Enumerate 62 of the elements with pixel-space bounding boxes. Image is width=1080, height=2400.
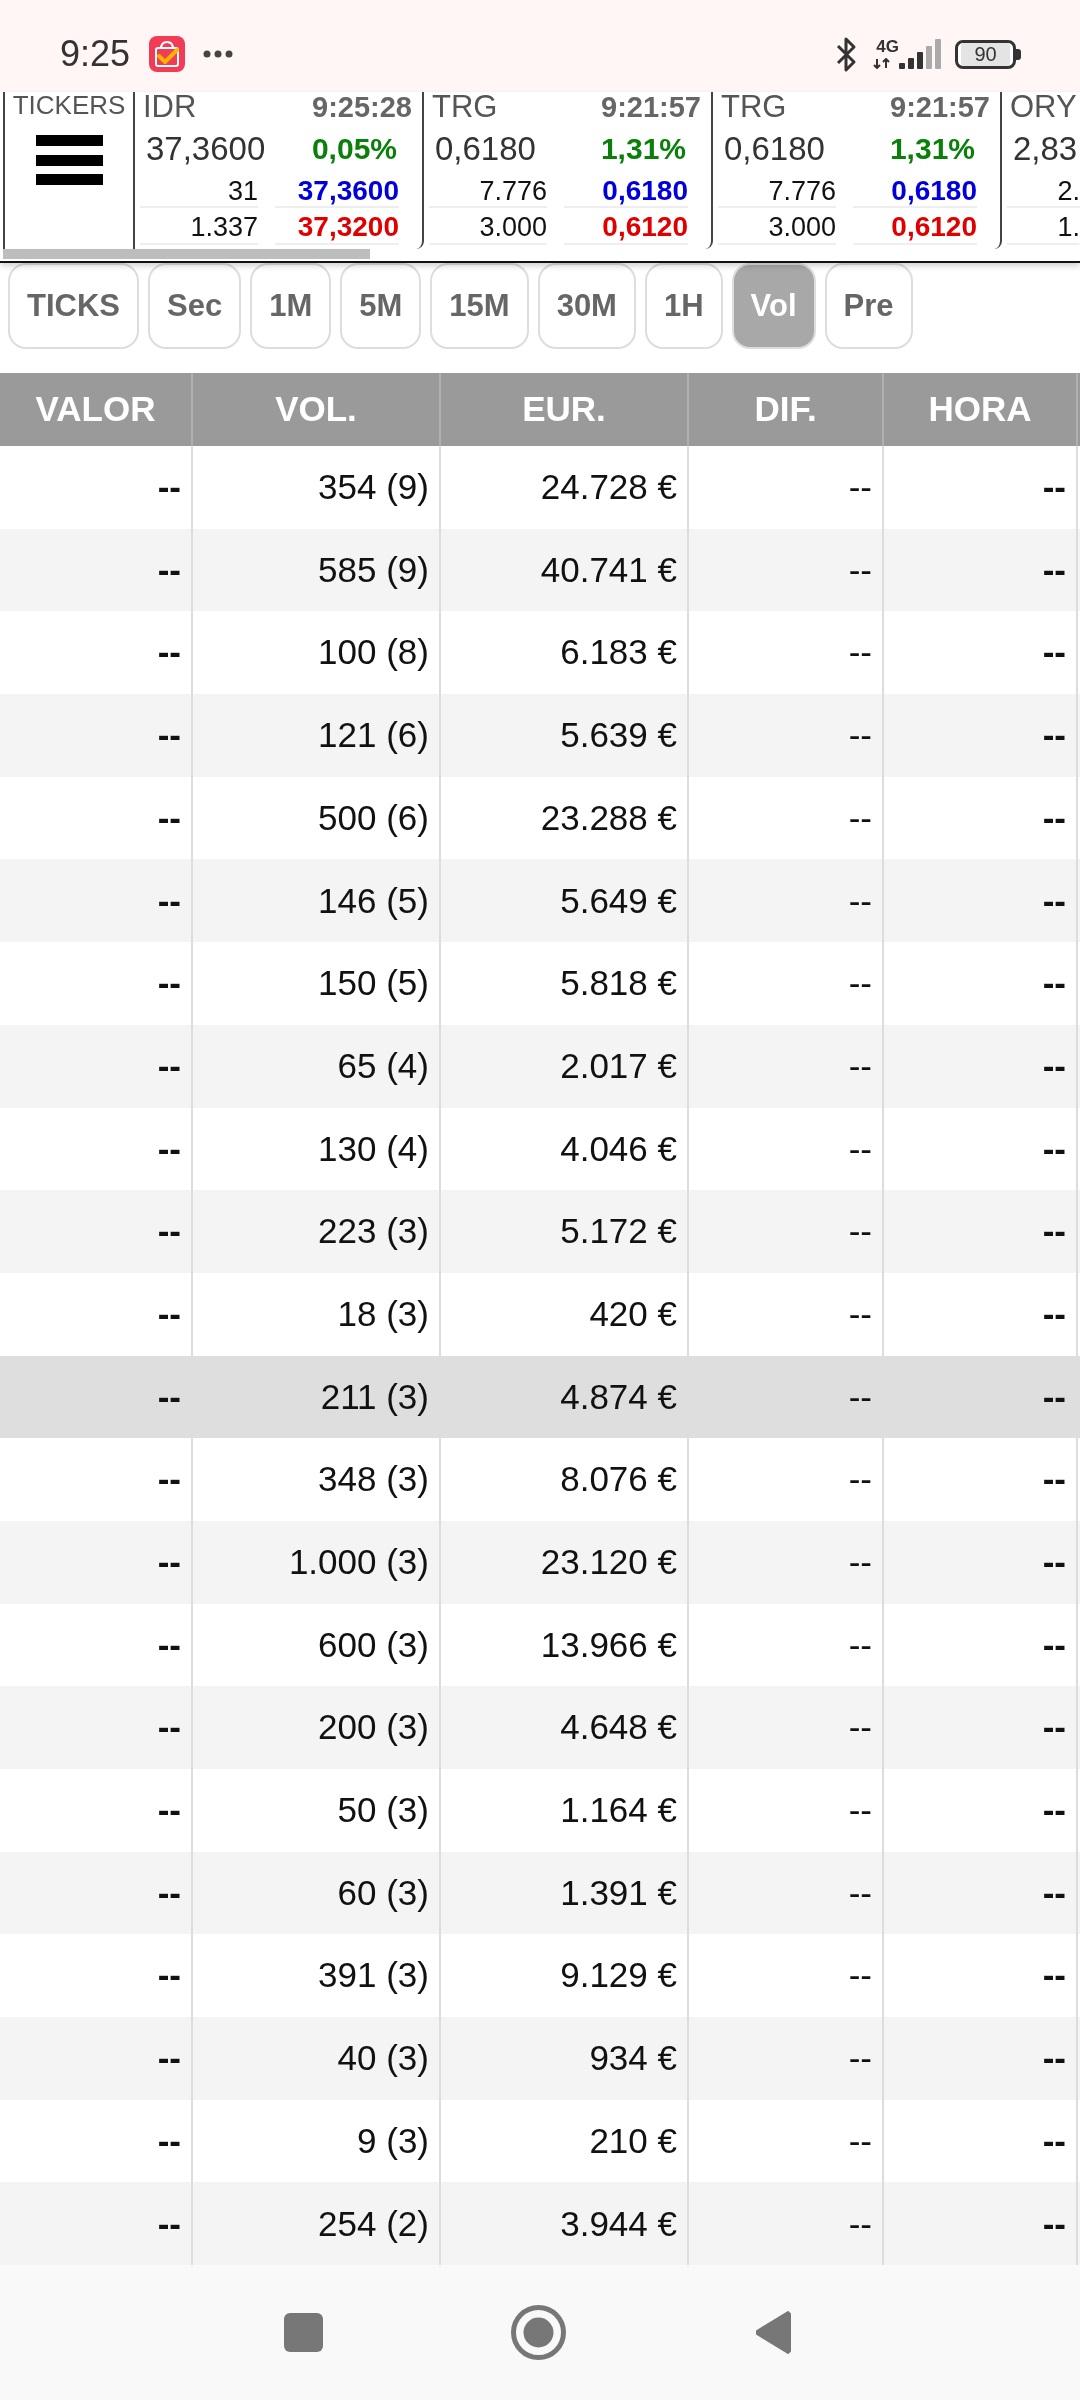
bid-size: 7.776 (429, 176, 547, 208)
table-row[interactable]: -- 40 (3) 934 € -- -- (0, 2017, 1080, 2100)
ticker-price: 0,6180 (724, 129, 825, 169)
table-row[interactable]: -- 200 (3) 4.648 € -- -- (0, 1686, 1080, 1769)
ticker-symbol: ORY (1010, 92, 1077, 122)
table-row[interactable]: -- 60 (3) 1.391 € -- -- (0, 1851, 1080, 1935)
menu-icon[interactable] (35, 135, 103, 185)
ask-size: 3.000 (718, 212, 836, 245)
ticker-card[interactable]: ORY 2,83 2. 1. (1002, 92, 1080, 249)
shopping-bag-icon (149, 36, 186, 72)
bid-size: 31 (140, 176, 258, 208)
ticker-symbol: IDR (143, 92, 197, 122)
ticker-price: 2,83 (1013, 129, 1078, 169)
data-arrows-icon (872, 58, 892, 69)
interval-tab[interactable]: Sec (148, 263, 242, 349)
ask-price: 37,3200 (275, 212, 399, 245)
bid-price: 37,3600 (275, 176, 399, 208)
battery-indicator: 90 (955, 39, 1021, 69)
ask-size: 1. (1007, 212, 1080, 245)
recents-icon[interactable] (284, 2313, 323, 2353)
table-row[interactable]: -- 146 (5) 5.649 € -- -- (0, 859, 1080, 943)
signal-icon (899, 39, 941, 69)
interval-tab[interactable]: 1H (644, 263, 723, 349)
interval-tab[interactable]: 1M (250, 263, 332, 349)
ticker-change: 0,05% (311, 131, 397, 167)
ticker-price: 0,6180 (435, 129, 536, 169)
ticker-time: 9:21:57 (601, 92, 701, 122)
back-icon[interactable] (754, 2310, 792, 2356)
bid-price: 0,6180 (564, 176, 688, 208)
table-row[interactable]: -- 223 (3) 5.172 € -- -- (0, 1190, 1080, 1273)
ticker-time: 9:21:57 (890, 92, 990, 122)
bid-size: 7.776 (718, 176, 836, 208)
table-row[interactable]: -- 121 (6) 5.639 € -- -- (0, 694, 1080, 777)
ask-price: 0,6120 (564, 212, 688, 245)
interval-tab[interactable]: 15M (430, 263, 529, 349)
ticker-change: 1,31% (889, 131, 975, 167)
status-time: 9:25 (60, 36, 131, 72)
more-icon (203, 50, 234, 58)
table-row[interactable]: -- 65 (4) 2.017 € -- -- (0, 1024, 1080, 1108)
interval-tab[interactable]: 5M (340, 263, 422, 349)
interval-tab[interactable]: TICKS (8, 263, 139, 349)
table-row[interactable]: -- 254 (2) 3.944 € -- -- (0, 2182, 1080, 2266)
ask-price: 0,6120 (853, 212, 977, 245)
interval-tab[interactable]: 30M (537, 263, 636, 349)
tickers-label: TICKERS (12, 92, 126, 118)
table-row[interactable]: -- 211 (3) 4.874 € -- -- (0, 1355, 1080, 1439)
ask-size: 3.000 (429, 212, 547, 245)
interval-tab[interactable]: Pre (824, 263, 913, 349)
ask-size: 1.337 (140, 212, 258, 245)
bid-price: 0,6180 (853, 176, 977, 208)
network-type-label: 4G (876, 39, 899, 54)
table-row[interactable]: -- 585 (9) 40.741 € -- -- (0, 528, 1080, 612)
home-icon[interactable] (511, 2305, 566, 2361)
ticker-change: 1,31% (600, 131, 686, 167)
ticker-time: 9:25:28 (312, 92, 412, 122)
ticker-card[interactable]: TRG 9:21:57 0,6180 1,31% 7.776 0,6180 3.000 0,6120 (424, 92, 713, 249)
ticker-symbol: TRG (432, 92, 498, 122)
ticker-card[interactable]: TRG 9:21:57 0,6180 1,31% 7.776 0,6180 3.000 0,6120 (713, 92, 1002, 249)
bid-size: 2. (1007, 176, 1080, 208)
ticker-price: 37,3600 (146, 129, 266, 169)
table-row[interactable]: -- 1.000 (3) 23.120 € -- -- (0, 1520, 1080, 1604)
ticker-symbol: TRG (721, 92, 787, 122)
